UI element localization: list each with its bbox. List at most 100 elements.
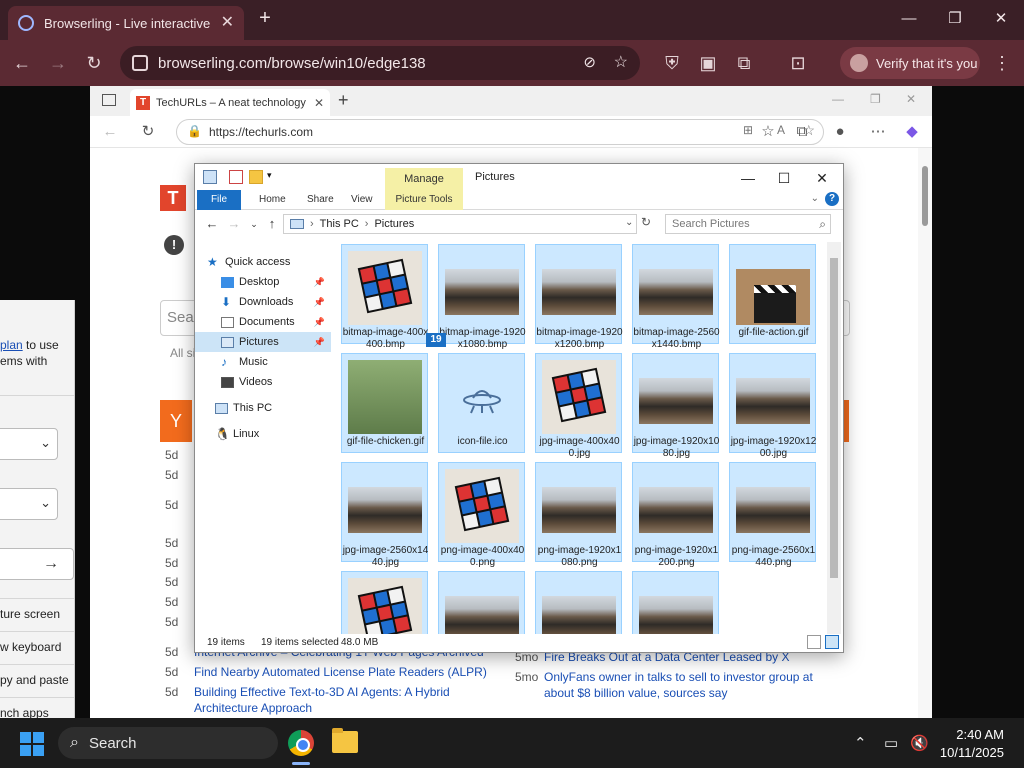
- copilot-icon[interactable]: ◆: [902, 122, 922, 142]
- nav-linux[interactable]: 🐧 Linux: [195, 424, 331, 444]
- close-window-button[interactable]: ✕: [906, 92, 916, 106]
- maximize-window-button[interactable]: ☐: [769, 168, 799, 188]
- file-tile[interactable]: jpg-image-400x400.jpg: [535, 353, 622, 459]
- alert-icon[interactable]: !: [164, 235, 184, 255]
- refresh-icon[interactable]: ↻: [641, 215, 651, 229]
- explorer-address-bar[interactable]: › This PC › Pictures: [283, 214, 637, 234]
- read-aloud-icon[interactable]: A: [777, 123, 785, 137]
- start-windows-icon[interactable]: [20, 732, 44, 756]
- menu-kebab-icon[interactable]: ⋮: [990, 51, 1014, 75]
- help-icon[interactable]: ?: [825, 192, 839, 206]
- up-arrow-icon[interactable]: ↑: [263, 215, 281, 233]
- back-arrow-icon[interactable]: ←: [203, 215, 221, 233]
- ribbon-tab-home[interactable]: Home: [251, 190, 294, 210]
- file-tile[interactable]: [535, 571, 622, 634]
- tab-actions-icon[interactable]: [102, 94, 116, 106]
- close-window-button[interactable]: ✕: [807, 168, 837, 188]
- panel-row[interactable]: w keyboard: [0, 631, 74, 663]
- new-tab-button[interactable]: +: [338, 90, 349, 111]
- recent-locations-icon[interactable]: ⌄: [245, 215, 263, 233]
- bookmark-star-icon[interactable]: ☆: [614, 52, 628, 72]
- file-tile[interactable]: png-image-400x400.png: [438, 462, 525, 568]
- file-tile[interactable]: bitmap-image-2560x1440.bmp: [632, 244, 720, 350]
- clock-date[interactable]: 10/11/2025: [930, 745, 1004, 760]
- app-available-icon[interactable]: ⊞: [743, 123, 753, 137]
- file-tile[interactable]: png-image-2560x1440.png: [729, 462, 816, 568]
- expand-ribbon-icon[interactable]: ⌄: [811, 193, 819, 204]
- ribbon-tab-view[interactable]: View: [343, 190, 381, 210]
- back-arrow-icon[interactable]: ←: [10, 51, 34, 75]
- outer-address-bar[interactable]: browserling.com/browse/win10/edge138 ⊘ ☆: [120, 46, 640, 80]
- close-tab-icon[interactable]: ✕: [314, 96, 324, 110]
- file-tile[interactable]: icon-file.ico: [438, 353, 525, 453]
- shield-extension-icon[interactable]: ⛨: [660, 51, 684, 75]
- file-tile[interactable]: bitmap-image-1920x1080.bmp: [438, 244, 526, 350]
- ribbon-tab-share[interactable]: Share: [299, 190, 342, 210]
- arrow-right-icon[interactable]: →: [43, 555, 59, 573]
- verify-identity-chip[interactable]: Verify that it's you: [840, 47, 980, 79]
- panel-row[interactable]: ture screen: [0, 598, 74, 630]
- news-link[interactable]: about $8 billion value, sources say: [544, 686, 727, 700]
- lock-icon[interactable]: 🔒: [187, 124, 202, 138]
- plan-link[interactable]: plan: [0, 338, 23, 352]
- nav-music[interactable]: ♪ Music: [195, 352, 331, 372]
- show-hidden-icons-icon[interactable]: ⌃: [854, 734, 867, 752]
- nav-desktop[interactable]: Desktop 📌: [195, 272, 331, 292]
- site-logo[interactable]: T: [160, 185, 186, 211]
- forward-arrow-icon[interactable]: →: [225, 215, 243, 233]
- news-link[interactable]: OnlyFans owner in talks to sell to inves…: [544, 670, 813, 684]
- details-view-button[interactable]: [807, 635, 821, 649]
- file-tile[interactable]: [438, 571, 525, 634]
- customize-qat-icon[interactable]: ▾: [267, 170, 272, 181]
- new-tab-button[interactable]: +: [254, 8, 276, 30]
- nav-documents[interactable]: Documents 📌: [195, 312, 331, 332]
- minimize-window-button[interactable]: —: [896, 8, 922, 30]
- file-tile[interactable]: [341, 571, 428, 634]
- file-tile[interactable]: png-image-1920x1200.png: [632, 462, 719, 568]
- file-tile[interactable]: bitmap-image-1920x1200.bmp: [535, 244, 623, 350]
- file-tile[interactable]: png-image-1920x1080.png: [535, 462, 622, 568]
- extensions-puzzle-icon[interactable]: ⧉: [732, 51, 756, 75]
- chrome-taskbar-icon[interactable]: [288, 730, 314, 756]
- news-link[interactable]: Find Nearby Automated License Plate Read…: [194, 665, 487, 679]
- taskbar-search-box[interactable]: ⌕ Search: [58, 727, 278, 759]
- ribbon-tab-file[interactable]: File: [197, 190, 241, 210]
- reload-icon[interactable]: ↻: [82, 51, 106, 75]
- reload-icon[interactable]: ↻: [138, 122, 158, 142]
- forward-arrow-icon[interactable]: →: [46, 51, 70, 75]
- scrollbar-thumb[interactable]: [830, 258, 838, 578]
- properties-icon[interactable]: [229, 170, 243, 184]
- tracking-blocked-icon[interactable]: ⊘: [583, 53, 596, 71]
- edge-tab[interactable]: T TechURLs – A neat technology ne ✕: [130, 89, 330, 116]
- outer-browser-tab[interactable]: Browserling - Live interactive cr ✕: [8, 6, 244, 40]
- large-icons-view-button[interactable]: [825, 635, 839, 649]
- panel-dropdown-1[interactable]: ⌄: [0, 428, 58, 460]
- volume-muted-icon[interactable]: 🔇: [910, 734, 929, 752]
- file-grid-scrollbar[interactable]: [827, 242, 841, 634]
- close-window-button[interactable]: ✕: [988, 8, 1014, 30]
- minimize-window-button[interactable]: —: [832, 92, 844, 106]
- site-info-icon[interactable]: [132, 55, 148, 71]
- back-arrow-icon[interactable]: ←: [100, 122, 120, 142]
- settings-more-icon[interactable]: ⋯: [868, 122, 888, 142]
- maximize-window-button[interactable]: ❐: [870, 92, 881, 106]
- clock-time[interactable]: 2:40 AM: [940, 727, 1004, 742]
- breadcrumb-pictures[interactable]: Pictures: [374, 218, 414, 230]
- minimize-window-button[interactable]: —: [733, 168, 763, 188]
- news-link[interactable]: Building Effective Text-to-3D AI Agents:…: [194, 685, 450, 699]
- new-folder-icon[interactable]: [249, 170, 263, 184]
- close-tab-icon[interactable]: ✕: [221, 15, 234, 31]
- manage-contextual-tab[interactable]: Manage: [385, 168, 463, 190]
- file-tile[interactable]: gif-file-action.gif: [729, 244, 816, 344]
- file-explorer-taskbar-icon[interactable]: [332, 728, 358, 753]
- explorer-title-bar[interactable]: ▾ Manage Pictures — ☐ ✕: [195, 164, 843, 190]
- breadcrumb-this-pc[interactable]: This PC: [320, 218, 359, 230]
- nav-quick-access[interactable]: ★ Quick access: [207, 252, 331, 272]
- file-tile[interactable]: gif-file-chicken.gif: [341, 353, 428, 453]
- news-link[interactable]: Architecture Approach: [194, 701, 312, 715]
- collections-icon[interactable]: ⧉: [792, 122, 812, 142]
- panel-dropdown-2[interactable]: ⌄: [0, 488, 58, 520]
- explorer-search-input[interactable]: Search Pictures ⌕: [665, 214, 831, 234]
- edge-address-bar[interactable]: 🔒 https://techurls.com ⊞ A ☆: [176, 119, 824, 145]
- scrollbar-thumb[interactable]: [922, 166, 928, 226]
